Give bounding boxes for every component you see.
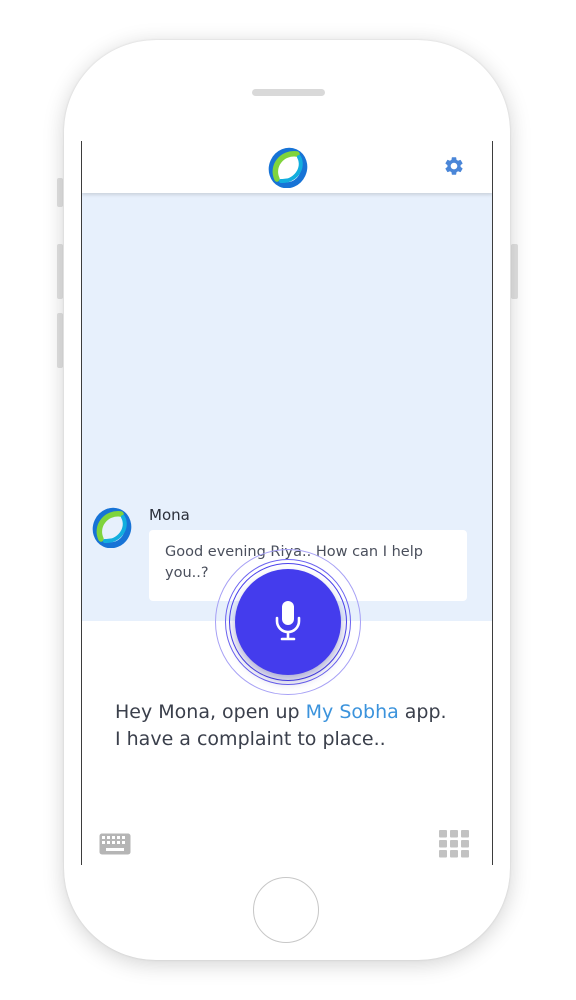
grid-menu-icon[interactable]	[439, 830, 469, 858]
transcript-line-1: Hey Mona, open up My Sobha app.	[115, 699, 485, 726]
app-header	[82, 141, 492, 193]
app-screen: Mona Good evening Riya.. How can I help …	[81, 141, 493, 865]
device-stage: Mona Good evening Riya.. How can I help …	[0, 0, 576, 1000]
assistant-logo-icon	[92, 507, 132, 548]
voice-transcript: Hey Mona, open up My Sobha app. I have a…	[115, 699, 485, 753]
microphone-button[interactable]	[235, 569, 341, 675]
power-button	[511, 244, 518, 299]
gear-icon[interactable]	[443, 155, 465, 177]
transcript-text-end: app.	[398, 701, 447, 723]
volume-down-button	[57, 313, 63, 368]
earpiece-speaker	[252, 89, 325, 96]
mute-switch	[57, 178, 63, 207]
transcript-text-start: Hey Mona, open up	[115, 701, 306, 723]
home-button[interactable]	[253, 877, 319, 943]
voice-control	[215, 549, 361, 695]
sender-name: Mona	[149, 506, 190, 524]
assistant-logo-icon	[268, 147, 308, 188]
transcript-line-2: I have a complaint to place..	[115, 728, 386, 750]
volume-up-button	[57, 244, 63, 299]
keyboard-icon[interactable]	[99, 833, 131, 855]
microphone-icon	[275, 601, 301, 641]
transcript-app-name: My Sobha	[305, 701, 399, 723]
